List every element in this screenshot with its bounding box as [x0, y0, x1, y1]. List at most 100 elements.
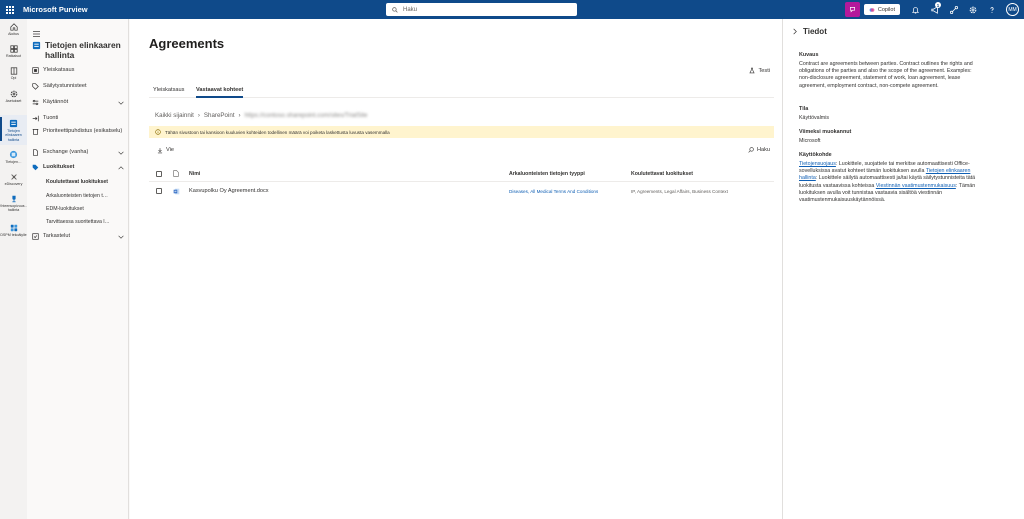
nav-item-classifiers[interactable]: Luokitukset [32, 164, 124, 171]
nav-header: Tietojen elinkaaren hallinta [32, 40, 125, 60]
tab-overview[interactable]: Yleiskatsaus [153, 87, 184, 98]
communication-compliance-link[interactable]: Viestinnän vaatimustenmukaisuus [876, 183, 956, 189]
modified-by-value: Microsoft [799, 138, 821, 144]
column-header-sit[interactable]: Arkaluonteisten tietojen tyyppi [509, 166, 585, 181]
state-value: Käyttövalmis [799, 115, 830, 121]
rail-item-ediscovery[interactable]: eDiscovery [0, 173, 27, 186]
home-icon [9, 23, 18, 31]
nav-item-overview[interactable]: Yleiskatsaus [32, 67, 124, 74]
export-button[interactable]: Vie [157, 147, 174, 154]
gear-icon [10, 90, 17, 98]
download-icon [157, 147, 163, 153]
table-search-button[interactable]: Haku [748, 147, 770, 153]
nav-item-retention-labels[interactable]: Säilytystunnisteet [32, 83, 124, 90]
search-icon [392, 6, 398, 13]
nav-title: Tietojen elinkaaren hallinta [45, 40, 121, 60]
lifecycle-icon [9, 119, 18, 128]
user-avatar[interactable]: MM [1006, 3, 1019, 16]
policy-icon [32, 99, 39, 106]
table-row[interactable]: W Kasvupolku Oy Agreement.docx Diseases,… [149, 184, 774, 198]
breadcrumb-sharepoint[interactable]: SharePoint [204, 112, 235, 119]
app-title[interactable]: Microsoft Purview [23, 5, 88, 14]
trophy-icon [11, 195, 16, 203]
nav-subitem-sensitive-info-types[interactable]: Arkaluonteisten tietojen t… [46, 193, 126, 199]
book-icon [10, 67, 17, 75]
data-icon [9, 150, 18, 159]
megaphone-icon[interactable]: 1 [925, 0, 944, 19]
app-rail: Aloitus Ratkaisut Opi Asetukset Tietojen… [0, 19, 28, 519]
word-doc-icon: W [173, 188, 180, 194]
share-icon[interactable] [944, 0, 963, 19]
rail-item-data-lifecycle[interactable]: Tietojen elinkaaren hallinta [0, 115, 27, 145]
description-value: Contract are agreements between parties.… [799, 61, 973, 89]
breadcrumb-all-locations[interactable]: Kaikki sijainnit [155, 112, 194, 119]
chevron-down-icon[interactable] [118, 151, 124, 155]
svg-text:W: W [174, 189, 177, 193]
search-placeholder: Haku [403, 6, 418, 13]
warning-banner: Tähän sivustoon tai kansioon kuuluvien k… [149, 126, 774, 138]
lifecycle-header-icon [32, 41, 41, 50]
rail-item-compliance[interactable]: Yhteensopivuus…hallinta [0, 195, 28, 213]
row-checkbox[interactable] [156, 188, 162, 194]
rail-item-data[interactable]: Tietojen… [0, 150, 27, 164]
table-header: Nimi Arkaluonteisten tietojen tyyppi Kou… [149, 166, 774, 182]
information-protection-link[interactable]: Tietojensuojaus [799, 161, 836, 167]
file-type-icon [173, 170, 179, 177]
copilot-chat-icon[interactable] [844, 2, 860, 17]
column-header-name[interactable]: Nimi [189, 166, 200, 181]
help-icon[interactable] [982, 0, 1001, 19]
warning-text: Tähän sivustoon tai kansioon kuuluvien k… [165, 129, 390, 135]
command-bar: Vie Haku [149, 144, 774, 156]
dspm-icon [10, 224, 17, 232]
nav-item-exchange-legacy[interactable]: Exchange (vanha) [32, 149, 124, 156]
classifiers-cell: IP, Agreements, Legal Affairs, Business … [631, 188, 728, 194]
sensitive-info-types-cell[interactable]: Diseases, All Medical Terms And Conditio… [509, 184, 598, 198]
details-panel-header: Tiedot [793, 27, 827, 36]
nav-item-policies[interactable]: Käytännöt [32, 99, 124, 106]
chevron-up-icon[interactable] [118, 165, 124, 170]
rail-item-settings[interactable]: Asetukset [0, 90, 27, 103]
top-bar: Microsoft Purview Haku Copilot 1 MM [0, 0, 1024, 19]
file-name[interactable]: Kasvupolku Oy Agreement.docx [189, 184, 269, 198]
rail-item-home[interactable]: Aloitus [0, 23, 27, 36]
breadcrumb-site-url[interactable]: https://contoso.sharepoint.com/sites/Tri… [245, 112, 368, 119]
global-search-input[interactable]: Haku [386, 3, 577, 16]
rail-item-learn[interactable]: Opi [0, 67, 27, 80]
notification-badge: 1 [935, 2, 941, 8]
tab-bar: Yleiskatsaus Vastaavat kohteet [149, 83, 774, 98]
nav-subitem-on-demand-classification[interactable]: Tarvittaessa suoritettava l… [46, 219, 126, 225]
tab-matching-items[interactable]: Vastaavat kohteet [196, 87, 244, 98]
select-all-checkbox[interactable] [156, 170, 162, 177]
settings-gear-icon[interactable] [963, 0, 982, 19]
chevron-right-icon[interactable] [793, 28, 797, 35]
app-launcher-icon[interactable] [0, 0, 19, 19]
nav-subitem-trainable-classifiers[interactable]: Koulutettavat luokitukset [46, 179, 126, 185]
chevron-down-icon[interactable] [118, 235, 124, 239]
nav-item-priority-cleanup[interactable]: Prioriteettipuhdistus (esikatselu) [32, 128, 124, 135]
breadcrumb-separator: › [197, 112, 200, 119]
classifier-icon [32, 164, 39, 171]
rail-item-solutions[interactable]: Ratkaisut [0, 45, 27, 58]
state-label: Tila [799, 106, 809, 112]
search-icon [748, 147, 754, 153]
cleanup-icon [32, 129, 39, 135]
nav-item-reviews[interactable]: Tarkastelut [32, 233, 124, 240]
bell-icon[interactable] [906, 0, 925, 19]
description-label: Kuvaus [799, 52, 819, 58]
tag-icon [32, 83, 39, 90]
breadcrumb-separator: › [238, 112, 241, 119]
column-header-classifiers[interactable]: Koulutettavat luokitukset [631, 166, 693, 181]
nav-item-import[interactable]: Tuonti [32, 115, 124, 122]
rail-item-dspm[interactable]: DSPM tekoälylle [0, 224, 27, 237]
details-panel: Tiedot Kuvaus Contract are agreements be… [782, 19, 1024, 519]
test-button[interactable]: Testi [749, 67, 770, 74]
side-navigation: Tietojen elinkaaren hallinta Yleiskatsau… [27, 19, 129, 519]
ediscovery-icon [10, 174, 17, 180]
usage-label: Käyttökohde [799, 152, 832, 158]
page-title: Agreements [149, 36, 225, 51]
copilot-button[interactable]: Copilot [863, 4, 900, 15]
nav-subitem-edm-classifiers[interactable]: EDM-luokitukset [46, 206, 126, 212]
chevron-down-icon[interactable] [118, 101, 124, 105]
review-icon [32, 233, 39, 240]
main-content: Agreements Testi Yleiskatsaus Vastaavat … [130, 19, 782, 519]
